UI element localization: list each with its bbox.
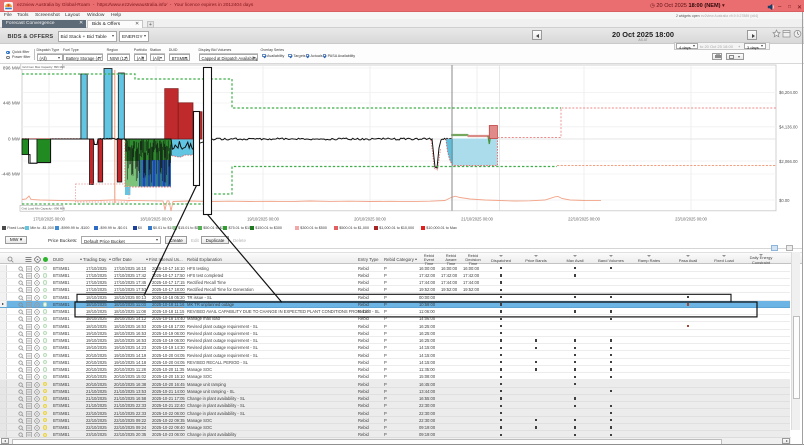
svg-text:0 MW: 0 MW xyxy=(8,137,21,142)
svg-text:$0.00: $0.00 xyxy=(779,198,790,203)
svg-text:17/10/2025 00:00: 17/10/2025 00:00 xyxy=(33,217,66,222)
svg-text:18/10/2025 00:00: 18/10/2025 00:00 xyxy=(140,217,173,222)
svg-text:Grid Gen Max Capacity: 896 MW: Grid Gen Max Capacity: 896 MW xyxy=(22,65,65,69)
svg-text:$6,204.00: $6,204.00 xyxy=(779,90,798,95)
svg-text:22/10/2025 00:00: 22/10/2025 00:00 xyxy=(568,217,601,222)
svg-text:896 MW: 896 MW xyxy=(3,66,21,71)
svg-text:Grid Load Min Capacity: -896 M: Grid Load Min Capacity: -896 MW xyxy=(22,206,66,210)
svg-text:20/10/2025 00:00: 20/10/2025 00:00 xyxy=(354,217,387,222)
svg-text:-448 MW: -448 MW xyxy=(1,172,20,177)
svg-text:$4,136.00: $4,136.00 xyxy=(779,125,798,130)
svg-text:21/10/2025 00:00: 21/10/2025 00:00 xyxy=(461,217,494,222)
svg-text:23/10/2025 00:00: 23/10/2025 00:00 xyxy=(675,217,708,222)
svg-text:19/10/2025 00:00: 19/10/2025 00:00 xyxy=(247,217,280,222)
svg-text:$2,066.00: $2,066.00 xyxy=(779,159,798,164)
svg-text:448 MW: 448 MW xyxy=(3,101,21,106)
